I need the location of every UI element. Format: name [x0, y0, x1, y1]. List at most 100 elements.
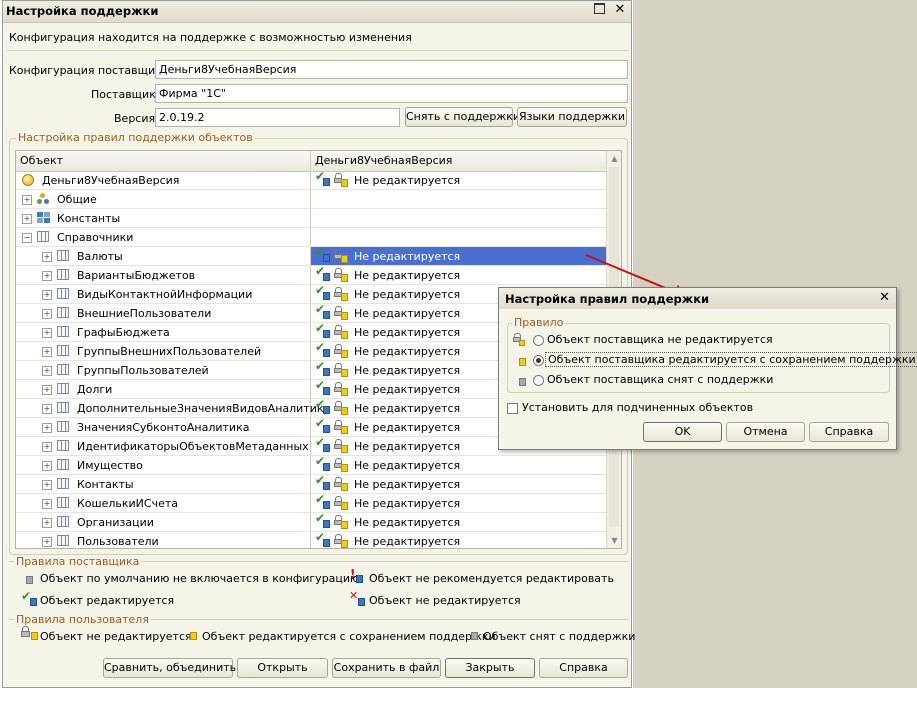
option-not-editable-label[interactable]: Объект поставщика не редактируется — [547, 333, 773, 346]
expand-icon[interactable]: + — [42, 290, 52, 300]
table-row[interactable]: + Константы — [16, 209, 606, 228]
expand-icon[interactable]: + — [22, 195, 32, 205]
dialog-close-icon[interactable]: ✕ — [879, 290, 890, 305]
expand-icon[interactable]: + — [42, 366, 52, 376]
table-row[interactable]: + КошелькиИСчета ✔ Не редактируется — [16, 492, 606, 513]
column-header-config[interactable]: Деньги8УчебнаяВерсия — [315, 154, 452, 167]
save-to-file-button[interactable]: Сохранить в файл — [332, 658, 441, 678]
object-cell[interactable]: + ВнешниеПользователи — [16, 304, 310, 322]
support-rule-cell[interactable]: ✔ Не редактируется — [311, 492, 606, 512]
object-cell[interactable]: + Пользователи — [16, 532, 310, 548]
support-rule-cell[interactable]: ✔ Не редактируется — [311, 454, 606, 474]
object-cell[interactable]: + Организации — [16, 513, 310, 531]
object-cell[interactable]: + Константы — [16, 209, 310, 227]
expand-icon[interactable]: + — [42, 537, 52, 547]
object-cell[interactable]: + ЗначенияСубконтоАналитика — [16, 418, 310, 436]
supplier-field[interactable]: Фирма "1С" — [155, 84, 628, 103]
rule-status-text: Не редактируется — [354, 364, 461, 377]
object-cell[interactable]: + Общие — [16, 190, 310, 208]
support-rule-cell[interactable] — [311, 228, 606, 246]
table-row[interactable]: + Валюты ✔ Не редактируется — [16, 245, 606, 266]
catalog-icon — [57, 478, 69, 489]
dialog-help-button[interactable]: Справка — [809, 422, 889, 442]
expand-icon[interactable]: + — [42, 480, 52, 490]
close-button[interactable]: Закрыть — [445, 658, 535, 678]
object-cell[interactable]: + ИдентификаторыОбъектовМетаданных — [16, 437, 310, 455]
support-rule-cell[interactable]: ✔ Не редактируется — [311, 264, 606, 284]
option-not-editable-radio[interactable] — [533, 335, 544, 346]
object-cell[interactable]: + ВидыКонтактнойИнформации — [16, 285, 310, 303]
object-cell[interactable]: + Долги — [16, 380, 310, 398]
rule-status-icon: ✔ — [315, 283, 349, 301]
table-row[interactable]: + Пользователи ✔ Не редактируется — [16, 530, 606, 548]
option-removed-radio[interactable] — [533, 375, 544, 386]
support-rule-cell[interactable] — [311, 209, 606, 227]
expand-icon[interactable]: + — [42, 328, 52, 338]
option-editable-keep-radio[interactable] — [533, 355, 544, 366]
table-row[interactable]: + Контакты ✔ Не редактируется — [16, 473, 606, 494]
object-name: ВнешниеПользователи — [77, 307, 212, 320]
object-cell[interactable]: Деньги8УчебнаяВерсия — [16, 171, 310, 189]
option-editable-keep-label[interactable]: Объект поставщика редактируется с сохран… — [545, 352, 917, 367]
table-row[interactable]: + Имущество ✔ Не редактируется — [16, 454, 606, 475]
support-rule-cell[interactable]: ✔ Не редактируется — [311, 511, 606, 531]
catalog-icon — [57, 402, 69, 413]
rule-status-icon: ✔ — [315, 169, 349, 187]
dialog-cancel-button[interactable]: Отмена — [726, 422, 805, 442]
expand-icon[interactable]: + — [42, 423, 52, 433]
object-cell[interactable]: + ВариантыБюджетов — [16, 266, 310, 284]
expand-icon[interactable]: + — [42, 442, 52, 452]
table-row[interactable]: + Общие — [16, 190, 606, 209]
compare-merge-button[interactable]: Сравнить, объединить — [103, 658, 236, 678]
rule-status-text: Не редактируется — [354, 440, 461, 453]
object-cell[interactable]: + КошелькиИСчета — [16, 494, 310, 512]
collapse-icon[interactable]: − — [22, 233, 32, 243]
support-rule-cell[interactable]: ✔ Не редактируется — [311, 169, 606, 189]
expand-icon[interactable]: + — [42, 404, 52, 414]
config-field[interactable]: Деньги8УчебнаяВерсия — [155, 60, 628, 79]
expand-icon[interactable]: + — [42, 461, 52, 471]
maximize-icon[interactable] — [592, 3, 606, 17]
column-header-object[interactable]: Объект — [20, 154, 63, 167]
expand-icon[interactable]: + — [42, 518, 52, 528]
object-cell[interactable]: + Валюты — [16, 247, 310, 265]
object-cell[interactable]: + Имущество — [16, 456, 310, 474]
table-row[interactable]: Деньги8УчебнаяВерсия ✔ Не редактируется — [16, 169, 606, 190]
apply-children-checkbox[interactable] — [507, 403, 518, 414]
open-button[interactable]: Открыть — [237, 658, 328, 678]
remove-support-button[interactable]: Снять с поддержки — [405, 107, 520, 127]
table-row[interactable]: − Справочники — [16, 228, 606, 247]
expand-icon[interactable]: + — [42, 385, 52, 395]
option-removed-label[interactable]: Объект поставщика снят с поддержки — [547, 373, 773, 386]
table-row[interactable]: + ВариантыБюджетов ✔ Не редактируется — [16, 264, 606, 285]
rule-status-icon: ✔ — [315, 454, 349, 472]
object-cell[interactable]: + ГруппыВнешнихПользователей — [16, 342, 310, 360]
expand-icon[interactable]: + — [42, 252, 52, 262]
object-cell[interactable]: − Справочники — [16, 228, 310, 246]
scroll-down-icon[interactable]: ▼ — [607, 533, 621, 548]
expand-icon[interactable]: + — [42, 347, 52, 357]
expand-icon[interactable]: + — [42, 499, 52, 509]
expand-icon[interactable]: + — [42, 309, 52, 319]
support-rule-cell[interactable]: ✔ Не редактируется — [311, 530, 606, 548]
dialog-ok-button[interactable]: OK — [643, 422, 722, 442]
close-icon[interactable]: ✕ — [613, 3, 627, 17]
object-cell[interactable]: + ДополнительныеЗначенияВидовАналитик — [16, 399, 324, 417]
support-status-text: Конфигурация находится на поддержке с во… — [9, 31, 412, 44]
catalog-icon — [57, 364, 69, 375]
version-field[interactable]: 2.0.19.2 — [155, 108, 400, 127]
support-languages-button[interactable]: Языки поддержки — [517, 107, 627, 127]
object-cell[interactable]: + ГрафыБюджета — [16, 323, 310, 341]
help-button[interactable]: Справка — [539, 658, 628, 678]
apply-children-label[interactable]: Установить для подчиненных объектов — [522, 401, 753, 414]
expand-icon[interactable]: + — [22, 214, 32, 224]
table-row[interactable]: + Организации ✔ Не редактируется — [16, 511, 606, 532]
scroll-up-icon[interactable]: ▲ — [607, 151, 621, 166]
support-rule-cell[interactable]: ✔ Не редактируется — [311, 473, 606, 493]
catalog-icon — [57, 497, 69, 508]
support-rule-cell[interactable] — [311, 190, 606, 208]
support-rule-cell[interactable]: ✔ Не редактируется — [311, 245, 606, 265]
object-cell[interactable]: + Контакты — [16, 475, 310, 493]
object-cell[interactable]: + ГруппыПользователей — [16, 361, 310, 379]
expand-icon[interactable]: + — [42, 271, 52, 281]
